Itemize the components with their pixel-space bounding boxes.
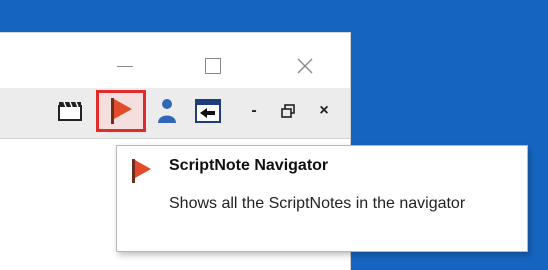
tooltip-description: Shows all the ScriptNotes in the navigat… xyxy=(169,195,466,212)
tooltip-title: ScriptNote Navigator xyxy=(169,157,329,174)
close-icon: × xyxy=(319,102,329,119)
person-icon xyxy=(158,99,176,123)
window-close-button[interactable] xyxy=(290,52,320,80)
person-button[interactable] xyxy=(150,92,184,130)
clapperboard-button[interactable] xyxy=(52,92,88,130)
restore-icon xyxy=(281,104,295,118)
panel-close-button[interactable]: × xyxy=(312,92,336,130)
import-arrow-icon xyxy=(195,99,221,123)
import-button[interactable] xyxy=(190,92,226,130)
minimize-icon: - xyxy=(251,102,257,119)
tooltip: ScriptNote Navigator Shows all the Scrip… xyxy=(116,145,528,252)
maximize-icon xyxy=(205,58,221,74)
panel-minimize-button[interactable]: - xyxy=(244,92,264,130)
close-icon xyxy=(297,58,313,74)
clapperboard-icon xyxy=(58,101,82,121)
minimize-icon xyxy=(117,65,133,67)
scriptnote-flag-icon xyxy=(132,159,151,183)
scriptnote-navigator-button[interactable] xyxy=(96,90,146,132)
window-minimize-button[interactable] xyxy=(110,52,140,80)
panel-restore-button[interactable] xyxy=(276,92,300,130)
scriptnote-flag-icon xyxy=(111,98,132,124)
window-maximize-button[interactable] xyxy=(198,52,228,80)
